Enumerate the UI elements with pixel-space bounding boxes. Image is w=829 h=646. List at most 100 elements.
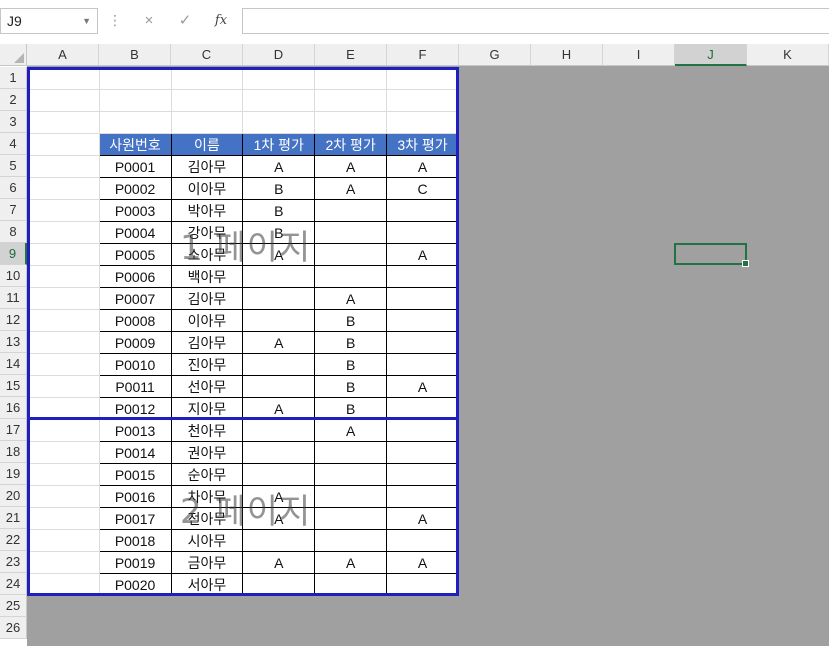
cell[interactable] [386, 287, 459, 310]
cell[interactable] [242, 573, 316, 596]
cell[interactable] [386, 573, 459, 596]
cell[interactable] [386, 353, 459, 376]
cell[interactable] [314, 265, 388, 288]
cell[interactable]: P0015 [98, 463, 172, 486]
cell[interactable]: A [242, 551, 316, 574]
cell[interactable] [27, 331, 100, 354]
cell[interactable]: 이아무 [170, 309, 244, 332]
cell[interactable]: A [314, 177, 388, 200]
cell[interactable]: P0004 [98, 221, 172, 244]
cell[interactable] [242, 111, 316, 134]
cell[interactable] [27, 463, 100, 486]
cell[interactable] [386, 89, 459, 112]
row-header-18[interactable]: 18 [0, 441, 27, 463]
cell[interactable]: 순아무 [170, 463, 244, 486]
cell[interactable]: P0016 [98, 485, 172, 508]
cell[interactable]: 이아무 [170, 177, 244, 200]
cell[interactable] [386, 485, 459, 508]
cell[interactable] [314, 67, 388, 90]
cell[interactable]: P0010 [98, 353, 172, 376]
cell[interactable]: 서아무 [170, 573, 244, 596]
cell[interactable]: 시아무 [170, 529, 244, 552]
row-header-24[interactable]: 24 [0, 573, 27, 595]
cell[interactable]: P0007 [98, 287, 172, 310]
cell[interactable]: 전아무 [170, 507, 244, 530]
row-header-22[interactable]: 22 [0, 529, 27, 551]
cell[interactable]: 금아무 [170, 551, 244, 574]
cell[interactable] [242, 353, 316, 376]
cell[interactable] [27, 441, 100, 464]
cell[interactable]: A [242, 155, 316, 178]
chevron-down-icon[interactable]: ▼ [82, 9, 91, 33]
cell[interactable]: P0020 [98, 573, 172, 596]
cell[interactable] [27, 265, 100, 288]
row-header-19[interactable]: 19 [0, 463, 27, 485]
cell[interactable] [98, 89, 172, 112]
cell[interactable]: B [242, 221, 316, 244]
cell[interactable]: A [242, 331, 316, 354]
row-header-3[interactable]: 3 [0, 111, 27, 133]
cell[interactable]: 백아무 [170, 265, 244, 288]
cell[interactable]: 천아무 [170, 419, 244, 442]
select-all-button[interactable] [0, 44, 27, 66]
cell[interactable]: P0018 [98, 529, 172, 552]
column-header-g[interactable]: G [459, 44, 531, 66]
cell[interactable]: A [242, 507, 316, 530]
cell[interactable] [386, 529, 459, 552]
cell[interactable]: 진아무 [170, 353, 244, 376]
insert-function-icon[interactable]: fx [206, 9, 236, 33]
row-header-16[interactable]: 16 [0, 397, 27, 419]
cell[interactable] [98, 111, 172, 134]
row-header-11[interactable]: 11 [0, 287, 27, 309]
cell[interactable] [242, 441, 316, 464]
cell[interactable] [27, 243, 100, 266]
row-header-7[interactable]: 7 [0, 199, 27, 221]
column-header-f[interactable]: F [387, 44, 459, 66]
cell[interactable] [314, 243, 388, 266]
cell[interactable] [314, 573, 388, 596]
column-title-cell[interactable]: 3차 평가 [386, 133, 459, 156]
cell[interactable]: A [386, 243, 459, 266]
cell[interactable] [27, 111, 100, 134]
column-header-j[interactable]: J [675, 44, 747, 66]
column-header-i[interactable]: I [603, 44, 675, 66]
cell[interactable] [170, 67, 244, 90]
page-break-line[interactable] [27, 417, 459, 420]
cell[interactable] [386, 199, 459, 222]
row-header-21[interactable]: 21 [0, 507, 27, 529]
cell[interactable] [386, 419, 459, 442]
cell[interactable]: P0013 [98, 419, 172, 442]
column-header-e[interactable]: E [315, 44, 387, 66]
row-header-5[interactable]: 5 [0, 155, 27, 177]
cell[interactable] [27, 309, 100, 332]
cell[interactable]: 권아무 [170, 441, 244, 464]
row-header-13[interactable]: 13 [0, 331, 27, 353]
cell[interactable] [27, 155, 100, 178]
row-header-14[interactable]: 14 [0, 353, 27, 375]
cell[interactable]: P0009 [98, 331, 172, 354]
column-title-cell[interactable]: 이름 [170, 133, 244, 156]
column-title-cell[interactable]: 2차 평가 [314, 133, 388, 156]
cell[interactable] [386, 67, 459, 90]
cell[interactable]: A [314, 287, 388, 310]
cell[interactable] [27, 287, 100, 310]
cell[interactable] [27, 177, 100, 200]
cell[interactable] [386, 331, 459, 354]
cell[interactable] [27, 221, 100, 244]
row-header-9[interactable]: 9 [0, 243, 27, 265]
row-header-4[interactable]: 4 [0, 133, 27, 155]
cell[interactable] [170, 111, 244, 134]
cell[interactable]: 김아무 [170, 287, 244, 310]
cell[interactable] [27, 67, 100, 90]
cell[interactable]: A [386, 155, 459, 178]
cell[interactable] [27, 573, 100, 596]
column-header-a[interactable]: A [27, 44, 99, 66]
cell[interactable]: 박아무 [170, 199, 244, 222]
name-box[interactable]: J9 ▼ [0, 8, 98, 34]
cell[interactable]: 선아무 [170, 375, 244, 398]
cell[interactable] [314, 221, 388, 244]
cell[interactable]: 김아무 [170, 155, 244, 178]
cell[interactable]: P0014 [98, 441, 172, 464]
row-header-17[interactable]: 17 [0, 419, 27, 441]
cell[interactable] [27, 199, 100, 222]
